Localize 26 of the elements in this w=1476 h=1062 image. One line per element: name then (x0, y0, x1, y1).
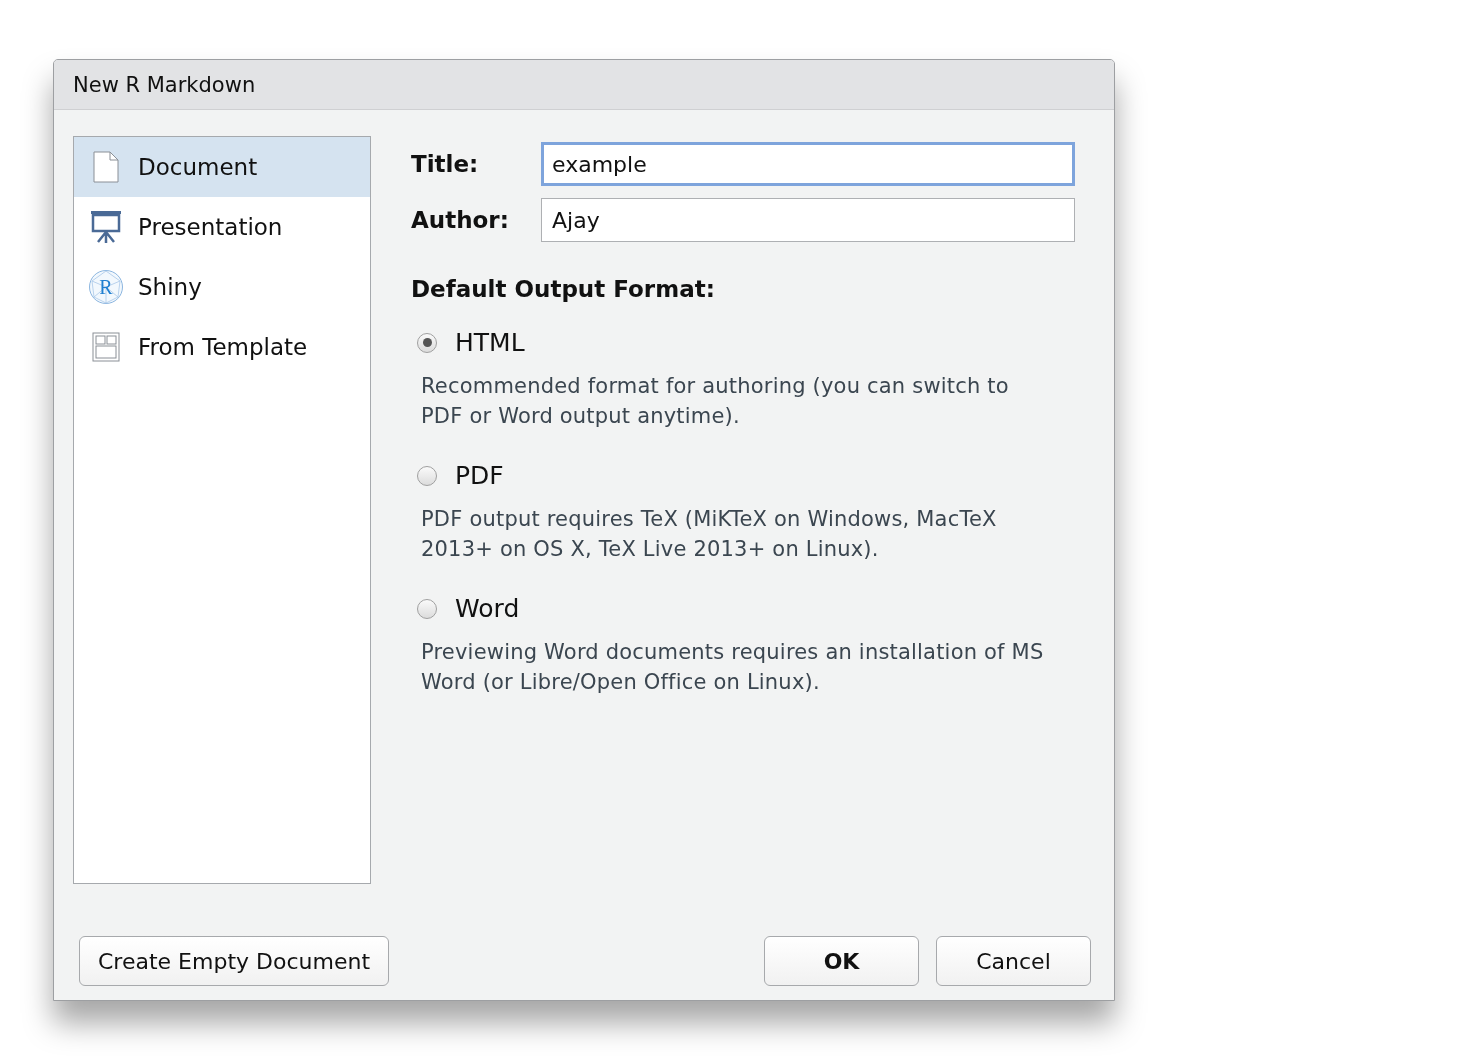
sidebar-item[interactable]: R Shiny (74, 257, 370, 317)
text-field[interactable]: example (541, 142, 1075, 186)
radio-label[interactable]: HTML (455, 328, 525, 357)
section-heading: Default Output Format: (411, 276, 716, 302)
create-empty-document-button[interactable]: Create Empty Document (79, 936, 389, 986)
text-field[interactable]: Ajay (541, 198, 1075, 242)
ok-button[interactable]: OK (764, 936, 919, 986)
option-description: PDF output requires TeX (MiKTeX on Windows, MacTeX 2013+ on OS X, TeX Live 2013+ on Linux). (421, 506, 998, 563)
radio-label[interactable]: PDF (455, 461, 504, 490)
field-label: Author: (411, 207, 510, 233)
radio-button[interactable] (417, 598, 437, 619)
sidebar-item[interactable]: Document (74, 137, 370, 197)
r-globe-icon: R (88, 269, 124, 305)
window-title: New R Markdown (54, 60, 1114, 110)
sidebar-item[interactable]: Presentation (74, 197, 370, 257)
radio-label[interactable]: Word (455, 594, 520, 623)
option-description: Previewing Word documents requires an installation of MS Word (or Libre/Open Office on Linux). (421, 639, 1045, 696)
projector-screen-icon (90, 210, 122, 244)
document-icon (93, 151, 119, 183)
cancel-button[interactable]: Cancel (936, 936, 1091, 986)
sidebar-item[interactable]: From Template (74, 317, 370, 377)
option-description: Recommended format for authoring (you can switch to PDF or Word output anytime). (421, 373, 1010, 430)
layout-grid-icon (92, 332, 120, 362)
radio-button[interactable] (417, 465, 437, 486)
radio-button[interactable] (417, 332, 437, 353)
field-label: Title: (411, 151, 480, 177)
